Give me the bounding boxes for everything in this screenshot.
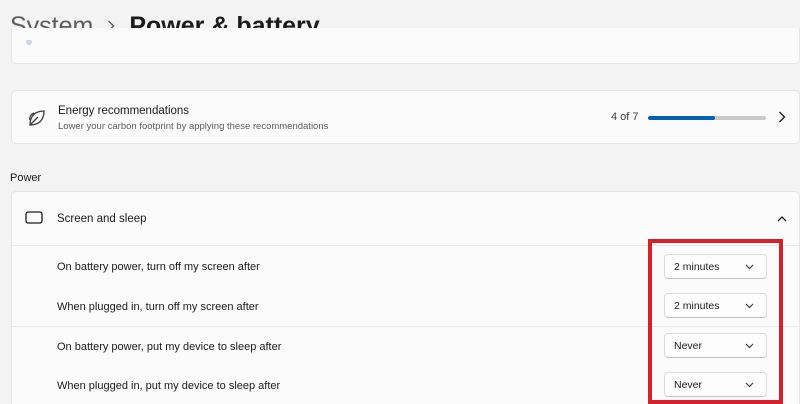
battery-level-card-partial [11,28,800,64]
plugged-sleep-dropdown[interactable]: Never [664,372,767,397]
battery-sleep-dropdown[interactable]: Never [664,333,767,358]
dropdown-value: Never [674,340,703,352]
dropdown-value: 2 minutes [674,300,720,312]
screen-and-sleep-label: Screen and sleep [57,213,147,225]
chevron-down-icon [745,264,754,270]
setting-label: When plugged in, turn off my screen afte… [57,301,259,313]
setting-label: On battery power, put my device to sleep… [57,341,282,353]
screen-and-sleep-card: Screen and sleep On battery power, turn … [11,191,800,404]
dropdown-value: 2 minutes [674,261,720,273]
recommendations-count: 4 of 7 [611,111,639,123]
chevron-down-icon [745,343,754,349]
partial-content-icon [26,40,32,45]
energy-recommendations-card[interactable]: Energy recommendations Lower your carbon… [11,90,800,144]
chevron-down-icon [745,303,754,309]
setting-label: When plugged in, put my device to sleep … [57,380,281,392]
setting-row-battery-screen-off: On battery power, turn off my screen aft… [12,248,799,288]
power-section-label: Power [10,172,42,184]
setting-label: On battery power, turn off my screen aft… [57,261,260,273]
recommendations-progress-bar [648,116,766,120]
monitor-moon-icon [25,211,43,227]
screen-and-sleep-header[interactable]: Screen and sleep [12,192,799,246]
setting-row-plugged-screen-off: When plugged in, turn off my screen afte… [12,287,799,327]
leaf-icon [29,110,45,126]
setting-row-plugged-sleep: When plugged in, put my device to sleep … [12,366,799,404]
plugged-screen-off-dropdown[interactable]: 2 minutes [664,293,767,318]
dropdown-value: Never [674,379,703,391]
chevron-up-icon[interactable] [776,214,788,224]
progress-fill [648,116,716,120]
battery-screen-off-dropdown[interactable]: 2 minutes [664,254,767,279]
chevron-down-icon [745,382,754,388]
energy-recommendations-subtitle: Lower your carbon footprint by applying … [58,121,329,132]
setting-row-battery-sleep: On battery power, put my device to sleep… [12,327,799,367]
chevron-right-icon[interactable] [777,110,787,124]
energy-recommendations-title: Energy recommendations [58,105,190,117]
